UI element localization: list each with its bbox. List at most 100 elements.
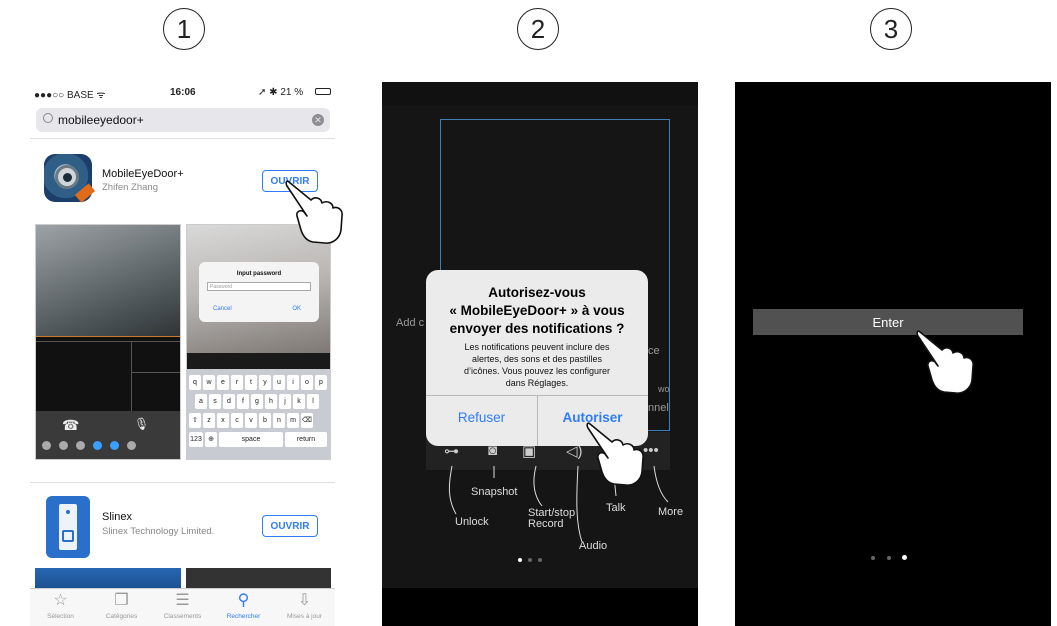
app-screenshot-password[interactable]: Input password Password Cancel OK qwerty… xyxy=(186,224,331,460)
record-arrow xyxy=(533,465,543,507)
app-screenshots-strip xyxy=(30,568,335,590)
intercom-speaker xyxy=(62,530,74,542)
callout-unlock: Unlock xyxy=(455,516,489,528)
keyboard-key: v xyxy=(245,413,257,428)
app-developer: Slinex Technology Limited. xyxy=(102,526,215,537)
tab-label: Sélection xyxy=(47,613,74,620)
unlock-arrow xyxy=(448,465,457,515)
keyboard-key: f xyxy=(237,394,249,409)
more-arrow xyxy=(653,465,669,503)
keyboard-key: ⌫ xyxy=(301,413,313,428)
ghost-label: wo xyxy=(658,384,670,394)
keyboard-key: d xyxy=(223,394,235,409)
pointing-hand-icon xyxy=(285,180,343,244)
door-tag xyxy=(74,183,96,203)
camera-lens xyxy=(63,173,72,182)
slinex-app-icon[interactable] xyxy=(46,496,90,558)
record-icon xyxy=(76,441,85,450)
keyboard-key: g xyxy=(251,394,263,409)
divider xyxy=(30,138,335,139)
tab-classements[interactable]: ☰ Classements xyxy=(152,592,213,620)
keyboard-key: e xyxy=(217,375,229,390)
battery-icon xyxy=(315,88,331,95)
password-field: Password xyxy=(207,282,311,291)
keyboard-key: l xyxy=(307,394,319,409)
key-return: return xyxy=(285,432,327,447)
permission-screen: Add c ce wo nnel ⊶ ◙ ▣ ◁) ••• Autorisez-… xyxy=(382,82,698,626)
callout-audio: Audio xyxy=(579,540,608,552)
keyboard-key: w xyxy=(203,375,215,390)
star-icon: ☆ xyxy=(53,592,68,609)
keyboard-key: u xyxy=(273,375,285,390)
intercom-camera xyxy=(66,510,70,514)
keyboard-key: b xyxy=(259,413,271,428)
download-icon: ⇩ xyxy=(297,592,312,609)
audio-arrow xyxy=(576,465,583,543)
keyboard-key: c xyxy=(231,413,243,428)
keyboard-key: ⇧ xyxy=(189,413,201,428)
list-icon: ☰ xyxy=(175,592,190,609)
enter-screen: Enter xyxy=(735,82,1051,626)
clear-icon[interactable]: ✕ xyxy=(312,114,324,126)
keyboard-key: t xyxy=(245,375,257,390)
page-dot xyxy=(538,558,542,562)
app-developer: Zhifen Zhang xyxy=(102,182,158,193)
app-name[interactable]: Slinex xyxy=(102,511,132,523)
bottom-bar xyxy=(382,588,698,626)
keyboard-key: n xyxy=(273,413,285,428)
app-name[interactable]: MobileEyeDoor+ xyxy=(102,168,184,180)
carrier-signal: ●●●○○ BASE ᯤ xyxy=(34,90,106,101)
callout-more: More xyxy=(658,506,684,518)
camera-grid xyxy=(36,341,180,412)
key-123: 123 xyxy=(189,432,203,447)
ghost-label: nnel xyxy=(648,402,669,414)
tab-label: Catégories xyxy=(105,613,138,620)
keyboard-key: m xyxy=(287,413,299,428)
mobileeyedoor-app-icon[interactable] xyxy=(44,154,96,203)
tab-label: Mises à jour xyxy=(286,613,323,620)
tab-rechercher[interactable]: ⚲ Rechercher xyxy=(213,592,274,620)
camera-icon xyxy=(59,441,68,450)
keyboard-key: y xyxy=(259,375,271,390)
password-dialog: Input password Password Cancel OK xyxy=(199,262,319,322)
keyboard-key: a xyxy=(195,394,207,409)
pointing-hand-icon xyxy=(916,330,974,394)
keyboard-key: j xyxy=(279,394,291,409)
open-app-button[interactable]: OUVRIR xyxy=(262,515,318,537)
dialog-cancel: Cancel xyxy=(213,306,232,312)
phone-icon: ☎ xyxy=(62,417,80,433)
app-store-screen: ●●●○○ BASE ᯤ 16:06 ➚ ✱ 21 % mobileeyedoo… xyxy=(30,82,335,626)
keyboard-key: o xyxy=(301,375,313,390)
screenshot-thumb xyxy=(186,568,331,590)
page-dot xyxy=(871,556,875,560)
keyboard-key: p xyxy=(315,375,327,390)
app-screenshot-camera[interactable]: ☎ 🎙 xyxy=(35,224,181,460)
search-icon: ⚲ xyxy=(237,592,250,609)
audio-icon xyxy=(93,441,102,450)
keyboard-key: h xyxy=(265,394,277,409)
keyboard: qwertyuiop asdfghjkl ⇧ z x c v b n m ⌫ 123 ⊕ spa… xyxy=(187,369,330,459)
tab-categories[interactable]: ❒ Catégories xyxy=(91,592,152,620)
alert-message: Les notifications peuvent inclure des al… xyxy=(463,342,611,388)
page-dot xyxy=(528,558,532,562)
tab-selection[interactable]: ☆ Sélection xyxy=(30,592,91,620)
search-input[interactable]: mobileeyedoor+ ✕ xyxy=(36,108,330,132)
key-space: space xyxy=(219,432,283,447)
magnifier-icon xyxy=(43,113,53,123)
tab-mises-a-jour[interactable]: ⇩ Mises à jour xyxy=(274,592,335,620)
divider xyxy=(30,482,335,483)
keyboard-key: s xyxy=(209,394,221,409)
keyboard-key: r xyxy=(231,375,243,390)
callout-talk: Talk xyxy=(606,502,626,514)
dialog-ok: OK xyxy=(292,306,301,312)
keyboard-key: i xyxy=(287,375,299,390)
tab-label: Rechercher xyxy=(226,613,261,620)
callout-snapshot: Snapshot xyxy=(471,486,518,498)
callout-record: Start/stop Record xyxy=(528,507,576,530)
deny-button[interactable]: Refuser xyxy=(426,410,537,425)
camera-preview xyxy=(36,225,180,337)
status-right: ➚ ✱ 21 % xyxy=(258,87,304,98)
keyboard-row-2: asdfghjkl xyxy=(195,394,319,409)
keyboard-row-3: ⇧ z x c v b n m ⌫ xyxy=(189,413,313,428)
ghost-label: ce xyxy=(648,345,660,357)
